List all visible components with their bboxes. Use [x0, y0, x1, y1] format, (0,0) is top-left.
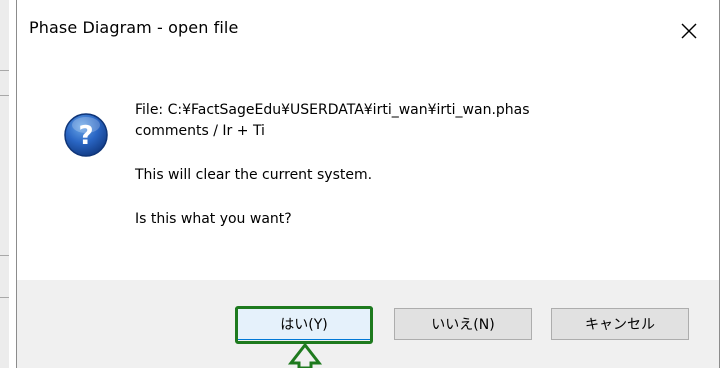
- background-window-edge: [0, 0, 9, 368]
- close-button[interactable]: [659, 0, 719, 62]
- file-path-text: File: C:¥FactSageEdu¥USERDATA¥irti_wan¥i…: [135, 102, 530, 118]
- svg-text:?: ?: [78, 121, 93, 151]
- screen: Phase Diagram - open file ? File: C:¥Fac…: [0, 0, 722, 368]
- close-icon: [681, 23, 697, 39]
- cancel-button[interactable]: キャンセル: [551, 308, 689, 340]
- message-dialog: Phase Diagram - open file ? File: C:¥Fac…: [16, 0, 720, 368]
- no-button[interactable]: いいえ(N): [394, 308, 532, 340]
- question-text: Is this what you want?: [135, 211, 292, 227]
- comments-text: comments / Ir + Ti: [135, 123, 265, 139]
- dialog-titlebar: Phase Diagram - open file: [17, 0, 719, 62]
- dialog-message: File: C:¥FactSageEdu¥USERDATA¥irti_wan¥i…: [135, 100, 530, 230]
- question-icon: ?: [64, 113, 108, 157]
- dialog-title: Phase Diagram - open file: [29, 18, 239, 37]
- dialog-button-bar: はい(Y) いいえ(N) キャンセル: [17, 280, 719, 368]
- warning-text: This will clear the current system.: [135, 167, 373, 183]
- yes-button[interactable]: はい(Y): [235, 308, 373, 340]
